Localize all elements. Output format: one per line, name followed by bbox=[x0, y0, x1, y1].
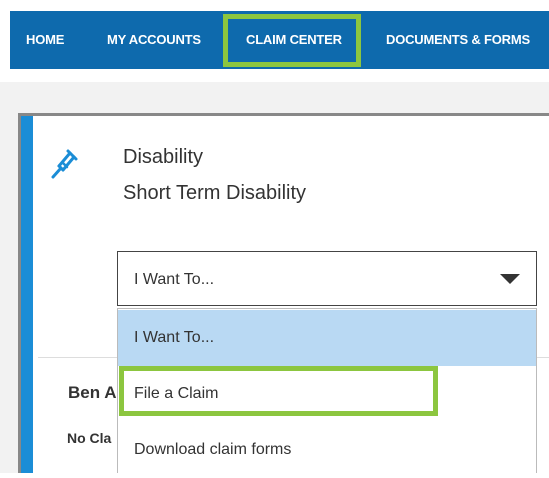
dropdown-option-i-want-to[interactable]: I Want To... bbox=[118, 310, 536, 366]
nav-my-accounts-link[interactable]: MY ACCOUNTS bbox=[107, 11, 201, 69]
top-nav-bar: HOME MY ACCOUNTS CLAIM CENTER DOCUMENTS … bbox=[10, 11, 549, 69]
card-title: Disability bbox=[123, 146, 204, 168]
select-current-value: I Want To... bbox=[134, 271, 215, 288]
i-want-to-select[interactable]: I Want To... bbox=[117, 251, 537, 306]
crutch-icon bbox=[48, 144, 84, 184]
nav-claim-center-link[interactable]: CLAIM CENTER bbox=[246, 11, 342, 69]
claims-status-label: No Cla bbox=[67, 430, 112, 446]
person-name-label: Ben A bbox=[68, 383, 117, 402]
dropdown-option-file-a-claim[interactable]: File a Claim bbox=[118, 366, 536, 422]
card-subtitle: Short Term Disability bbox=[123, 182, 307, 204]
dropdown-menu: I Want To... File a Claim Download claim… bbox=[117, 308, 537, 478]
nav-documents-forms-link[interactable]: DOCUMENTS & FORMS bbox=[386, 11, 530, 69]
card-accent-bar bbox=[21, 116, 33, 473]
dropdown-option-download-claim-forms[interactable]: Download claim forms bbox=[118, 422, 536, 478]
caret-down-icon bbox=[500, 274, 520, 284]
nav-home-link[interactable]: HOME bbox=[26, 11, 64, 69]
